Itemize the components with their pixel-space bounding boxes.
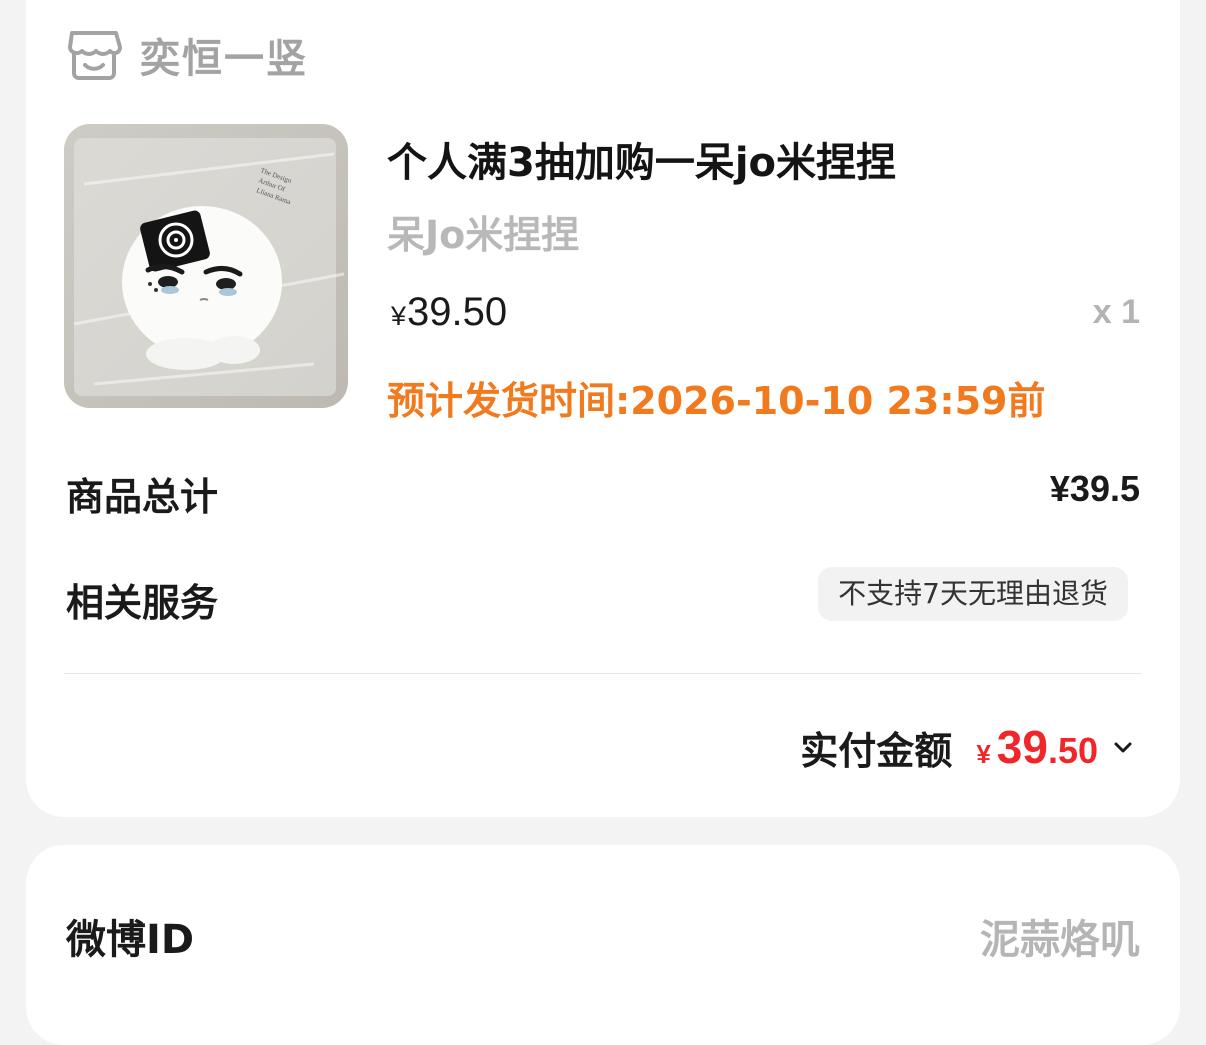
- paid-amount: ¥ 39 .50: [976, 720, 1098, 774]
- paid-amount-label: 实付金额: [800, 728, 953, 773]
- estimated-ship-time: 预计发货时间:2026-10-10 23:59前: [387, 379, 1046, 423]
- paid-decimal: .50: [1047, 730, 1098, 771]
- divider: [64, 673, 1142, 674]
- product-quantity: x 1: [1092, 293, 1140, 331]
- weibo-card: 微博ID 泥蒜烙叽: [26, 845, 1180, 1045]
- product-photo[interactable]: The Design Arthur Of Lliana Rama: [64, 124, 348, 408]
- product-variant: 呆Jo米捏捏: [387, 213, 580, 257]
- paid-currency: ¥: [976, 739, 991, 769]
- price-currency: ¥: [391, 301, 407, 331]
- goods-total-value: ¥39.5: [1049, 468, 1140, 509]
- chevron-down-icon[interactable]: [1112, 736, 1134, 758]
- weibo-id-label: 微博ID: [66, 917, 195, 963]
- order-card: 奕恒一竖 The Design Arthur Of Lliana Rama 个人…: [26, 0, 1180, 817]
- product-title[interactable]: 个人满3抽加购一呆jo米捏捏: [387, 130, 896, 188]
- product-price: ¥39.50: [391, 290, 507, 335]
- store-icon: [66, 29, 122, 81]
- goods-total-label: 商品总计: [66, 475, 219, 519]
- weibo-id-value: 泥蒜烙叽: [980, 917, 1140, 963]
- service-label: 相关服务: [66, 581, 219, 625]
- price-value: 39.50: [407, 290, 508, 334]
- shop-name: 奕恒一竖: [140, 36, 308, 82]
- paid-integer: 39: [996, 721, 1048, 773]
- service-tag[interactable]: 不支持7天无理由退货: [818, 567, 1128, 621]
- paid-amount-row[interactable]: 实付金额 ¥ 39 .50: [800, 718, 1134, 776]
- shop-header[interactable]: 奕恒一竖: [66, 26, 308, 84]
